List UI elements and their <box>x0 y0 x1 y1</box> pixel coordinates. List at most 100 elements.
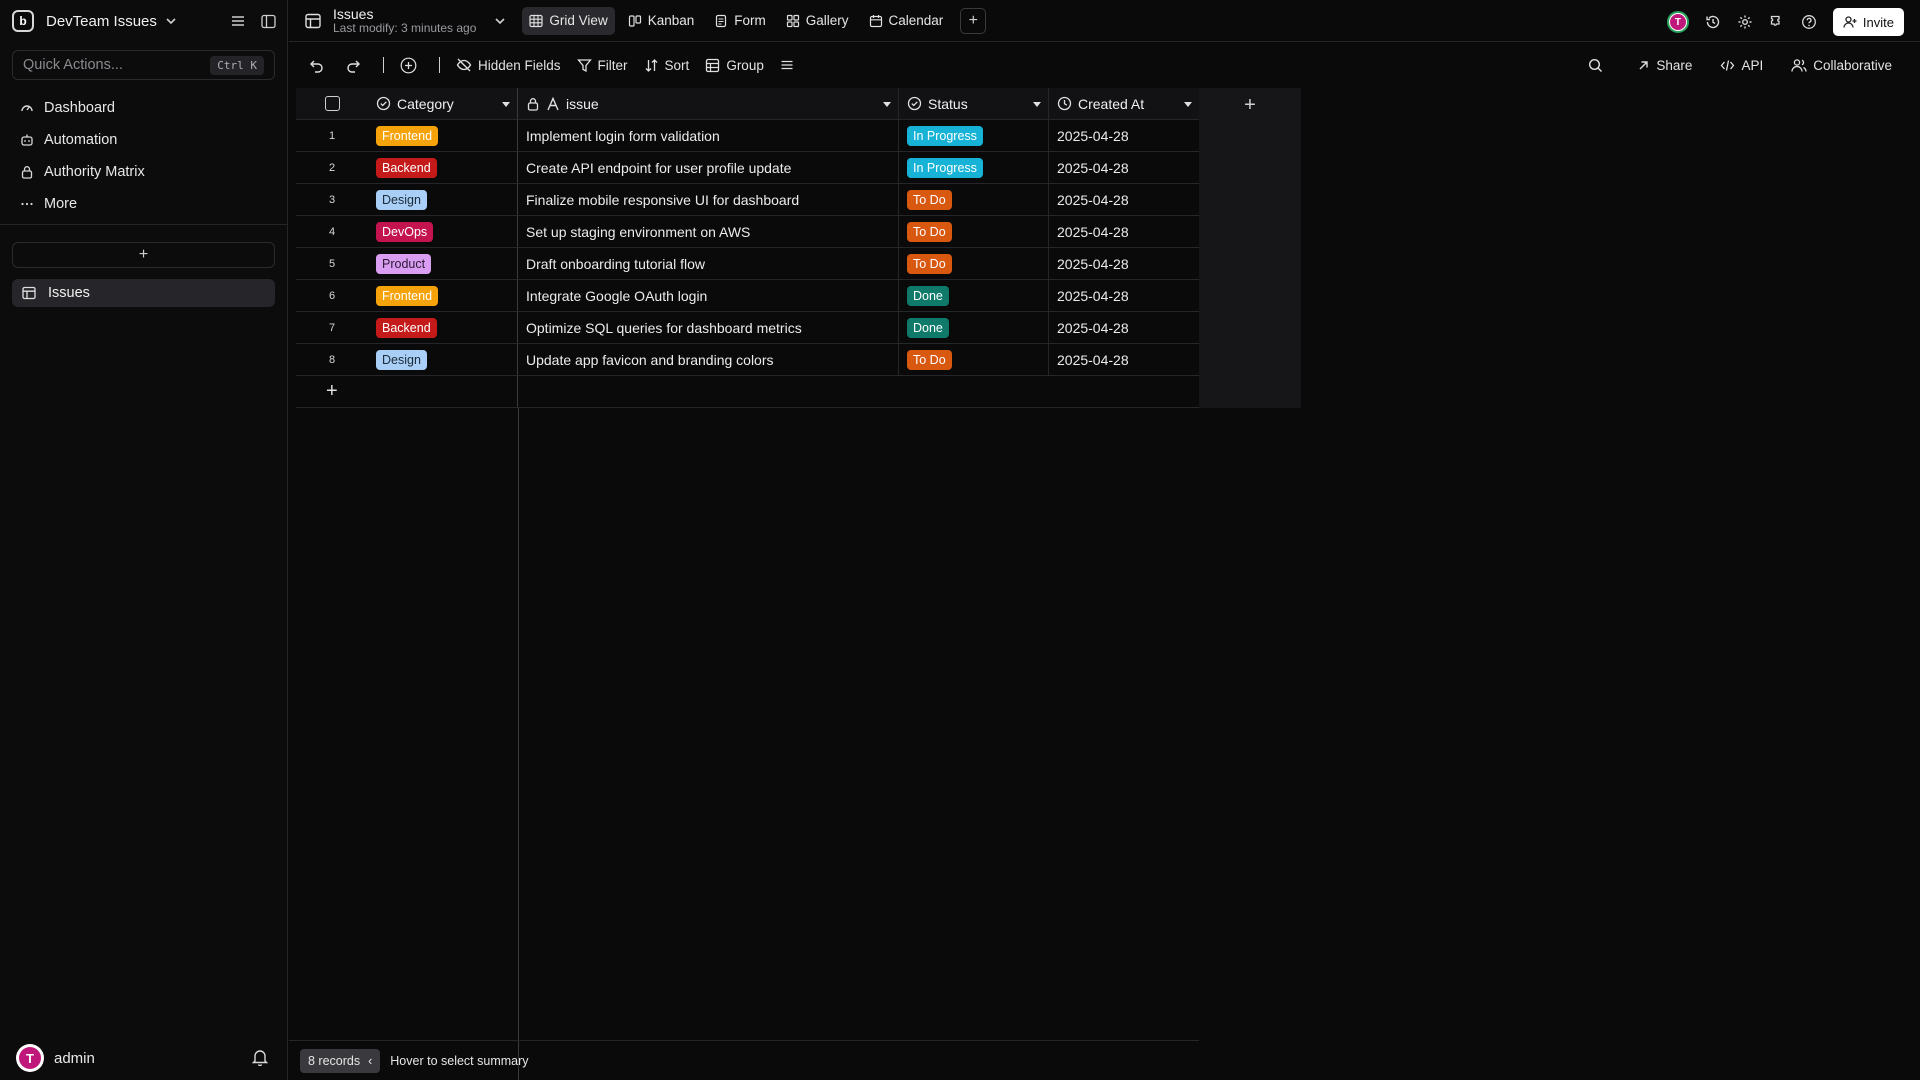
row-number[interactable]: 1 <box>296 120 368 152</box>
chevron-down-icon[interactable] <box>494 15 506 27</box>
column-header-status[interactable]: Status <box>899 88 1049 120</box>
status-cell[interactable]: To Do <box>899 184 1049 216</box>
category-cell[interactable]: Design <box>368 344 518 376</box>
issue-cell[interactable]: Draft onboarding tutorial flow <box>518 248 899 280</box>
category-cell[interactable]: Frontend <box>368 280 518 312</box>
user-profile[interactable]: T admin <box>16 1044 95 1072</box>
issue-cell[interactable]: Finalize mobile responsive UI for dashbo… <box>518 184 899 216</box>
category-cell[interactable]: DevOps <box>368 216 518 248</box>
tab-calendar[interactable]: Calendar <box>862 7 951 35</box>
status-cell[interactable]: In Progress <box>899 120 1049 152</box>
row-number[interactable]: 2 <box>296 152 368 184</box>
sidebar-item-automation[interactable]: Automation <box>12 124 275 156</box>
issue-cell[interactable]: Create API endpoint for user profile upd… <box>518 152 899 184</box>
filter-button[interactable]: Filter <box>569 51 636 79</box>
add-column-button[interactable]: + <box>1199 88 1301 408</box>
table-row[interactable]: 2 Backend Create API endpoint for user pro… <box>296 152 1199 184</box>
issue-cell[interactable]: Implement login form validation <box>518 120 899 152</box>
category-cell[interactable]: Design <box>368 184 518 216</box>
avatar[interactable]: T <box>16 1044 44 1072</box>
category-cell[interactable]: Product <box>368 248 518 280</box>
add-view-button[interactable]: + <box>960 7 987 34</box>
caret-down-icon[interactable] <box>1183 99 1193 109</box>
created-at-cell[interactable]: 2025-04-28 <box>1049 280 1199 312</box>
issue-cell[interactable]: Optimize SQL queries for dashboard metri… <box>518 312 899 344</box>
issue-cell[interactable]: Set up staging environment on AWS <box>518 216 899 248</box>
column-header-issue[interactable]: issue <box>518 88 899 120</box>
created-at-cell[interactable]: 2025-04-28 <box>1049 344 1199 376</box>
row-number[interactable]: 7 <box>296 312 368 344</box>
category-cell[interactable]: Frontend <box>368 120 518 152</box>
caret-down-icon[interactable] <box>501 99 511 109</box>
row-number[interactable]: 4 <box>296 216 368 248</box>
caret-down-icon[interactable] <box>1032 99 1042 109</box>
api-button[interactable]: API <box>1712 51 1771 79</box>
collaborative-button[interactable]: Collaborative <box>1783 51 1900 79</box>
created-at-cell[interactable]: 2025-04-28 <box>1049 184 1199 216</box>
category-cell[interactable]: Backend <box>368 152 518 184</box>
status-cell[interactable]: Done <box>899 280 1049 312</box>
chevron-down-icon[interactable] <box>165 15 177 27</box>
select-all-checkbox[interactable] <box>324 96 340 111</box>
sort-button[interactable]: Sort <box>636 51 698 79</box>
created-at-cell[interactable]: 2025-04-28 <box>1049 312 1199 344</box>
row-number[interactable]: 8 <box>296 344 368 376</box>
row-number[interactable]: 5 <box>296 248 368 280</box>
created-at-cell[interactable]: 2025-04-28 <box>1049 216 1199 248</box>
tab-grid-view[interactable]: Grid View <box>522 6 615 35</box>
add-table-button[interactable]: + <box>12 242 275 268</box>
sidebar-item-dashboard[interactable]: Dashboard <box>12 92 275 124</box>
bell-icon[interactable] <box>252 1048 268 1066</box>
select-all-cell[interactable] <box>296 88 368 120</box>
chevron-left-icon[interactable]: ‹ <box>368 1054 372 1068</box>
issue-cell[interactable]: Integrate Google OAuth login <box>518 280 899 312</box>
sidebar-toggle-icon[interactable] <box>260 13 276 29</box>
add-row-button[interactable]: + <box>296 376 518 408</box>
created-at-cell[interactable]: 2025-04-28 <box>1049 120 1199 152</box>
help-icon[interactable] <box>1801 14 1817 30</box>
created-at-cell[interactable]: 2025-04-28 <box>1049 248 1199 280</box>
caret-down-icon[interactable] <box>882 99 892 109</box>
status-cell[interactable]: To Do <box>899 344 1049 376</box>
redo-button[interactable] <box>338 51 375 79</box>
table-row[interactable]: 3 Design Finalize mobile responsive UI for… <box>296 184 1199 216</box>
status-cell[interactable]: Done <box>899 312 1049 344</box>
menu-icon[interactable] <box>230 13 246 29</box>
quick-actions-search[interactable]: Quick Actions... Ctrl K <box>12 50 275 80</box>
gear-icon[interactable] <box>1737 14 1753 30</box>
undo-button[interactable] <box>301 51 338 79</box>
row-number[interactable]: 6 <box>296 280 368 312</box>
row-number[interactable]: 3 <box>296 184 368 216</box>
plugin-icon[interactable] <box>1769 14 1785 30</box>
share-button[interactable]: Share <box>1629 51 1700 79</box>
table-row[interactable]: 8 Design Update app favicon and branding c… <box>296 344 1199 376</box>
history-icon[interactable] <box>1705 14 1721 30</box>
table-title[interactable]: Issues Last modify: 3 minutes ago <box>333 7 476 34</box>
table-row[interactable]: 1 Frontend Implement login form validation… <box>296 120 1199 152</box>
column-header-created-at[interactable]: Created At <box>1049 88 1199 120</box>
workspace-name[interactable]: DevTeam Issues <box>46 13 157 30</box>
sidebar-item-more[interactable]: More <box>12 188 275 220</box>
sidebar-item-issues[interactable]: Issues <box>12 279 275 307</box>
tab-gallery[interactable]: Gallery <box>779 7 856 35</box>
status-cell[interactable]: To Do <box>899 248 1049 280</box>
group-button[interactable]: Group <box>697 51 772 79</box>
row-height-button[interactable] <box>772 51 808 79</box>
column-header-category[interactable]: Category <box>368 88 518 120</box>
tab-form[interactable]: Form <box>707 7 773 35</box>
invite-button[interactable]: Invite <box>1832 8 1904 36</box>
status-cell[interactable]: To Do <box>899 216 1049 248</box>
add-record-button[interactable] <box>392 51 431 79</box>
records-count-badge[interactable]: 8 records ‹ <box>300 1048 381 1073</box>
tab-kanban[interactable]: Kanban <box>621 7 702 35</box>
category-cell[interactable]: Backend <box>368 312 518 344</box>
issue-cell[interactable]: Update app favicon and branding colors <box>518 344 899 376</box>
table-row[interactable]: 4 DevOps Set up staging environment on AWS… <box>296 216 1199 248</box>
table-row[interactable]: 6 Frontend Integrate Google OAuth login Don… <box>296 280 1199 312</box>
table-row[interactable]: 5 Product Draft onboarding tutorial flow To… <box>296 248 1199 280</box>
created-at-cell[interactable]: 2025-04-28 <box>1049 152 1199 184</box>
status-cell[interactable]: In Progress <box>899 152 1049 184</box>
avatar[interactable]: T <box>1666 11 1689 33</box>
workspace-logo[interactable]: b <box>12 10 34 32</box>
search-button[interactable] <box>1580 51 1617 79</box>
